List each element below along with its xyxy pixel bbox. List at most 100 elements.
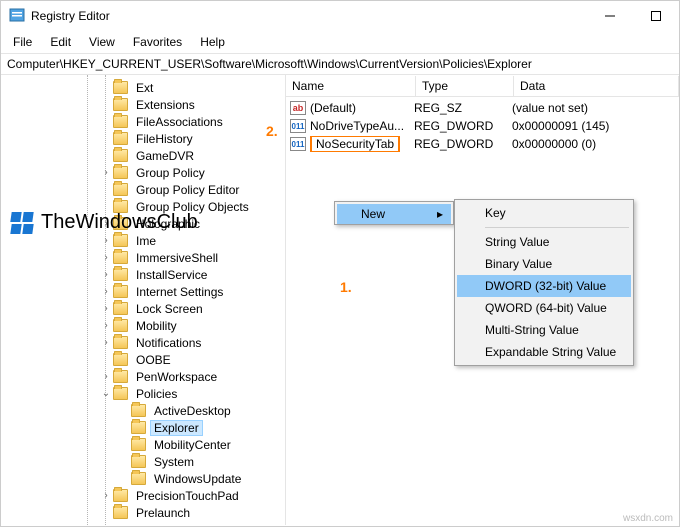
col-data[interactable]: Data xyxy=(514,76,679,96)
context-menu-parent: New ▸ xyxy=(334,201,454,225)
folder-icon xyxy=(113,251,128,264)
tree-item-internet-settings[interactable]: ›Internet Settings xyxy=(1,283,285,300)
ctx-new-label: New xyxy=(361,207,385,221)
chevron-down-icon[interactable]: ⌄ xyxy=(99,387,113,401)
ctx-item-dword-32-bit-value[interactable]: DWORD (32-bit) Value xyxy=(457,275,631,297)
ctx-item-binary-value[interactable]: Binary Value xyxy=(457,253,631,275)
tree-item-fileassociations[interactable]: ›FileAssociations xyxy=(1,113,285,130)
tree-item-holographic[interactable]: ›Holographic xyxy=(1,215,285,232)
chevron-right-icon[interactable]: › xyxy=(99,336,113,350)
dword-value-icon: 011 xyxy=(290,137,306,151)
tree-item-label: System xyxy=(150,455,198,469)
ctx-item-key[interactable]: Key xyxy=(457,202,631,224)
tree-item-policies[interactable]: ⌄Policies xyxy=(1,385,285,402)
chevron-right-icon[interactable]: › xyxy=(99,217,113,231)
credit-text: wsxdn.com xyxy=(623,513,673,524)
ctx-new[interactable]: New ▸ xyxy=(337,204,451,224)
menu-favorites[interactable]: Favorites xyxy=(125,33,190,51)
tree-item-label: WindowsUpdate xyxy=(150,472,245,486)
address-bar[interactable]: Computer\HKEY_CURRENT_USER\Software\Micr… xyxy=(1,53,679,75)
chevron-right-icon[interactable]: › xyxy=(99,251,113,265)
tree-item-prelaunch[interactable]: ›Prelaunch xyxy=(1,504,285,521)
chevron-right-icon[interactable]: › xyxy=(99,234,113,248)
tree-item-installservice[interactable]: › InstallService xyxy=(1,266,285,283)
tree-item-windowsupdate[interactable]: ›WindowsUpdate xyxy=(1,470,285,487)
menu-help[interactable]: Help xyxy=(192,33,233,51)
value-row[interactable]: 011NoSecurityTabREG_DWORD0x00000000 (0) xyxy=(286,135,679,153)
tree-item-label: Explorer xyxy=(150,420,203,436)
chevron-right-icon[interactable]: › xyxy=(99,166,113,180)
tree-item-precisiontouchpad[interactable]: ›PrecisionTouchPad xyxy=(1,487,285,504)
tree-item-notifications[interactable]: › Notifications xyxy=(1,334,285,351)
tree-item-label: Prelaunch xyxy=(132,506,194,520)
menu-file[interactable]: File xyxy=(5,33,40,51)
tree-item-immersiveshell[interactable]: ›ImmersiveShell xyxy=(1,249,285,266)
tree-pane[interactable]: ›Ext›Extensions›FileAssociations›FileHis… xyxy=(1,75,286,525)
maximize-button[interactable] xyxy=(633,1,679,31)
context-menu: New ▸ 1. Key String ValueBinary ValueDWOR… xyxy=(334,201,634,366)
ctx-item-expandable-string-value[interactable]: Expandable String Value xyxy=(457,341,631,363)
tree-item-label: Group Policy xyxy=(132,166,209,180)
chevron-right-icon[interactable]: › xyxy=(99,489,113,503)
menu-bar: File Edit View Favorites Help xyxy=(1,31,679,53)
folder-icon xyxy=(113,98,128,111)
tree-item-penworkspace[interactable]: ›PenWorkspace xyxy=(1,368,285,385)
annotation-step-1: 1. xyxy=(340,279,352,295)
tree-item-lock-screen[interactable]: ›Lock Screen xyxy=(1,300,285,317)
window-title: Registry Editor xyxy=(31,9,110,23)
chevron-right-icon[interactable]: › xyxy=(99,268,113,282)
folder-icon xyxy=(113,387,128,400)
ctx-item-multi-string-value[interactable]: Multi-String Value xyxy=(457,319,631,341)
folder-icon xyxy=(113,336,128,349)
values-pane[interactable]: Name Type Data ab(Default)REG_SZ(value n… xyxy=(286,75,679,525)
string-value-icon: ab xyxy=(290,101,306,115)
tree-item-mobilitycenter[interactable]: ›MobilityCenter xyxy=(1,436,285,453)
tree-item-ext[interactable]: ›Ext xyxy=(1,79,285,96)
tree-item-label: InstallService xyxy=(132,268,211,282)
col-type[interactable]: Type xyxy=(416,76,514,96)
tree-item-extensions[interactable]: ›Extensions xyxy=(1,96,285,113)
value-data: 0x00000000 (0) xyxy=(512,137,679,151)
title-bar: Registry Editor xyxy=(1,1,679,31)
tree-item-activedesktop[interactable]: ›ActiveDesktop xyxy=(1,402,285,419)
tree-item-label: Notifications xyxy=(132,336,205,350)
tree-item-label: Mobility xyxy=(132,319,181,333)
ctx-item-string-value[interactable]: String Value xyxy=(457,231,631,253)
tree-item-group-policy-objects[interactable]: ›Group Policy Objects xyxy=(1,198,285,215)
value-name-editing[interactable]: NoSecurityTab xyxy=(310,136,400,152)
value-name: NoDriveTypeAu... xyxy=(310,119,414,133)
tree-item-filehistory[interactable]: ›FileHistory xyxy=(1,130,285,147)
chevron-right-icon[interactable]: › xyxy=(99,370,113,384)
tree-item-gamedvr[interactable]: ›GameDVR xyxy=(1,147,285,164)
folder-icon xyxy=(113,319,128,332)
tree-item-oobe[interactable]: ›OOBE xyxy=(1,351,285,368)
col-name[interactable]: Name xyxy=(286,76,416,96)
folder-icon xyxy=(113,81,128,94)
tree-item-group-policy[interactable]: › Group Policy xyxy=(1,164,285,181)
folder-icon xyxy=(131,438,146,451)
folder-icon xyxy=(113,217,128,230)
folder-icon xyxy=(131,472,146,485)
value-data: (value not set) xyxy=(512,101,679,115)
chevron-right-icon[interactable]: › xyxy=(99,302,113,316)
tree-item-label: Ext xyxy=(132,81,157,95)
menu-view[interactable]: View xyxy=(81,33,123,51)
folder-icon xyxy=(113,489,128,502)
ctx-item-qword-64-bit-value[interactable]: QWORD (64-bit) Value xyxy=(457,297,631,319)
menu-edit[interactable]: Edit xyxy=(42,33,79,51)
value-row[interactable]: ab(Default)REG_SZ(value not set) xyxy=(286,99,679,117)
minimize-button[interactable] xyxy=(587,1,633,31)
folder-icon xyxy=(113,200,128,213)
value-row[interactable]: 011NoDriveTypeAu...REG_DWORD0x00000091 (… xyxy=(286,117,679,135)
app-icon xyxy=(9,7,25,26)
tree-item-explorer[interactable]: ›Explorer xyxy=(1,419,285,436)
chevron-right-icon[interactable]: › xyxy=(99,285,113,299)
folder-icon xyxy=(113,183,128,196)
folder-icon xyxy=(113,285,128,298)
tree-item-group-policy-editor[interactable]: ›Group Policy Editor xyxy=(1,181,285,198)
tree-item-mobility[interactable]: › Mobility xyxy=(1,317,285,334)
tree-item-system[interactable]: ›System xyxy=(1,453,285,470)
tree-item-label: FileHistory xyxy=(132,132,197,146)
tree-item-ime[interactable]: ›Ime xyxy=(1,232,285,249)
chevron-right-icon[interactable]: › xyxy=(99,319,113,333)
